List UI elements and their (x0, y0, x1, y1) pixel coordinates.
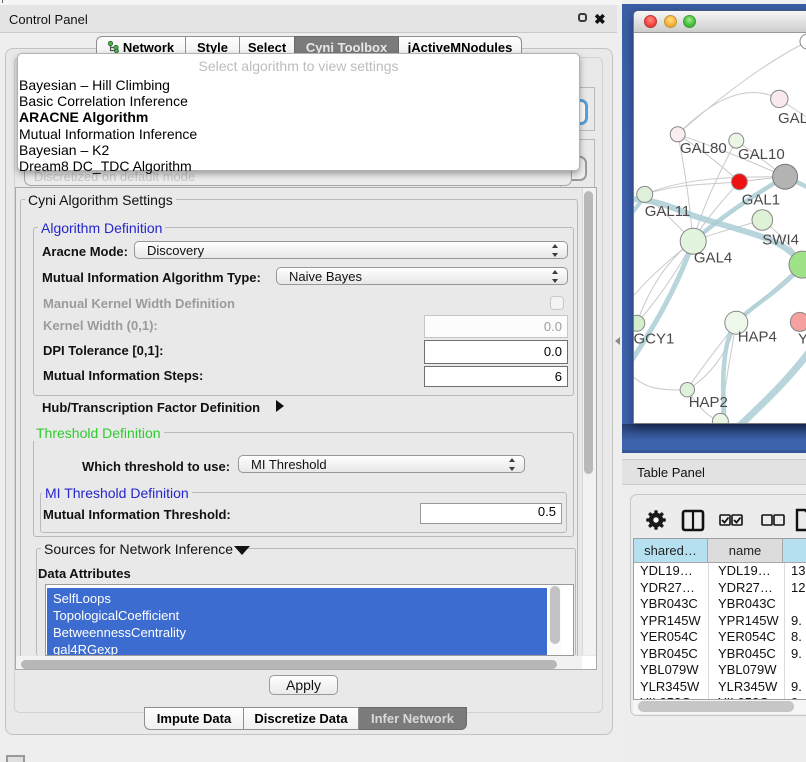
svg-text:GAL11: GAL11 (645, 203, 691, 220)
svg-text:GAL1: GAL1 (742, 192, 780, 209)
svg-text:SWI4: SWI4 (762, 232, 799, 249)
svg-text:GAL80: GAL80 (680, 140, 727, 157)
svg-text:GAL4: GAL4 (694, 250, 732, 267)
svg-text:Y: Y (798, 331, 806, 348)
svg-text:GAL7: GAL7 (778, 110, 806, 127)
svg-text:HAP2: HAP2 (689, 394, 728, 411)
svg-text:GAL10: GAL10 (738, 146, 785, 163)
svg-text:GCY1: GCY1 (634, 331, 674, 348)
svg-text:HAP4: HAP4 (738, 329, 777, 346)
